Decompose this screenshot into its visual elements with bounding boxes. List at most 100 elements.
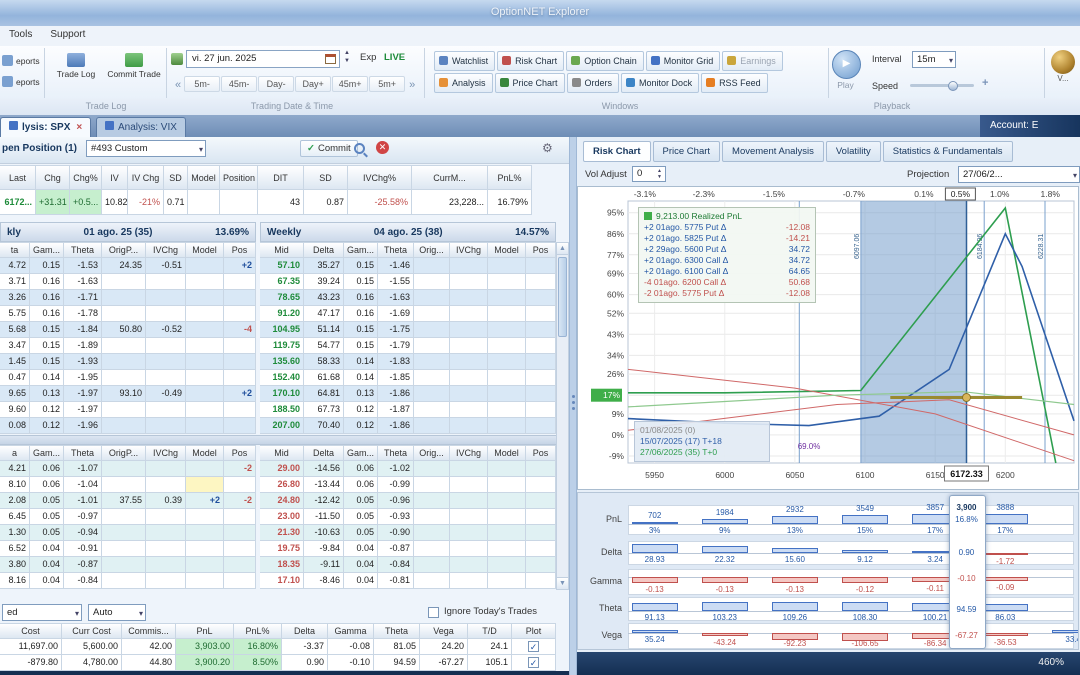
- step-5m--button[interactable]: 5m-: [184, 76, 221, 92]
- menu-item-support[interactable]: Support: [41, 26, 94, 43]
- interval-select[interactable]: 15m ▾: [912, 51, 956, 68]
- table-row[interactable]: 91.20 47.17 0.16 -1.69: [260, 306, 556, 322]
- gear-icon[interactable]: ⚙: [542, 141, 553, 155]
- scrollbar-thumb[interactable]: [558, 257, 567, 337]
- panel-splitter[interactable]: [569, 137, 577, 675]
- table-row[interactable]: 5.68 0.15 -1.84 50.80 -0.52 -4: [0, 322, 256, 338]
- expiry-band-2[interactable]: Weekly 04 ago. 25 (38) 14.57%: [260, 222, 556, 242]
- menu-item-tools[interactable]: Tools: [0, 26, 41, 43]
- option-chain-button[interactable]: Option Chain: [566, 51, 644, 71]
- table-row[interactable]: 1.30 0.05 -0.94: [0, 525, 256, 541]
- analysis-button[interactable]: Analysis: [434, 73, 493, 93]
- table-row[interactable]: 3.47 0.15 -1.89: [0, 338, 256, 354]
- vol-adjust-spinner[interactable]: 0 ▲ ▼: [632, 166, 666, 182]
- table-row[interactable]: 152.40 61.68 0.14 -1.85: [260, 370, 556, 386]
- tab-analysis-spx[interactable]: lysis: SPX ×: [0, 117, 92, 138]
- table-row[interactable]: 11,697.00 5,600.00 42.00 3,903.00 16.80% -3.3…: [0, 639, 556, 655]
- close-icon[interactable]: ×: [76, 122, 82, 133]
- step-back-icon[interactable]: «: [172, 79, 184, 91]
- table-row[interactable]: 21.30 -10.63 0.05 -0.90: [260, 525, 556, 541]
- monitor-dock-button[interactable]: Monitor Dock: [621, 73, 700, 93]
- table-row[interactable]: -879.80 4,780.00 44.80 3,900.20 8.50% 0.90 -0.…: [0, 655, 556, 671]
- tab-analysis-vix[interactable]: Analysis: VIX: [96, 117, 186, 138]
- table-row[interactable]: 5.75 0.16 -1.78: [0, 306, 256, 322]
- play-button[interactable]: ▶: [832, 50, 861, 79]
- tab-price-chart[interactable]: Price Chart: [652, 141, 721, 162]
- step-day--button[interactable]: Day-: [258, 76, 295, 92]
- table-row[interactable]: 19.75 -9.84 0.04 -0.87: [260, 541, 556, 557]
- view-select[interactable]: ed ▾: [2, 604, 82, 621]
- speed-slider[interactable]: [910, 81, 974, 91]
- splitter-handle[interactable]: [570, 392, 576, 413]
- search-icon[interactable]: [354, 143, 365, 154]
- table-row[interactable]: 170.10 64.81 0.13 -1.86: [260, 386, 556, 402]
- price-chart-button[interactable]: Price Chart: [494, 73, 565, 93]
- report-button[interactable]: eports: [2, 72, 44, 93]
- table-row[interactable]: 17.10 -8.46 0.04 -0.81: [260, 573, 556, 589]
- market-data-icon[interactable]: [171, 53, 183, 65]
- vertical-scrollbar[interactable]: ▲ ▼: [556, 242, 569, 590]
- ignore-trades-checkbox[interactable]: [428, 607, 439, 618]
- slider-thumb[interactable]: [948, 81, 958, 91]
- table-row[interactable]: 6.52 0.04 -0.91: [0, 541, 256, 557]
- step-5m--button[interactable]: 5m+: [369, 76, 406, 92]
- projection-date-input[interactable]: 27/06/2... ▾: [958, 166, 1080, 183]
- watchlist-button[interactable]: Watchlist: [434, 51, 496, 71]
- scroll-up-icon[interactable]: ▲: [557, 243, 568, 255]
- table-row[interactable]: 8.10 0.06 -1.04: [0, 477, 256, 493]
- calendar-icon[interactable]: [325, 54, 336, 64]
- table-row[interactable]: 3.71 0.16 -1.63: [0, 274, 256, 290]
- orders-button[interactable]: Orders: [566, 73, 620, 93]
- table-row[interactable]: 67.35 39.24 0.15 -1.55: [260, 274, 556, 290]
- step-45m--button[interactable]: 45m-: [221, 76, 258, 92]
- table-row[interactable]: 4.72 0.15 -1.53 24.35 -0.51 +2: [0, 258, 256, 274]
- table-row[interactable]: 23.00 -11.50 0.05 -0.93: [260, 509, 556, 525]
- table-row[interactable]: 135.60 58.33 0.14 -1.83: [260, 354, 556, 370]
- table-row[interactable]: 4.21 0.06 -1.07 -2: [0, 461, 256, 477]
- table-row[interactable]: 0.47 0.14 -1.95: [0, 370, 256, 386]
- date-input[interactable]: vi. 27 jun. 2025: [186, 50, 340, 68]
- table-row[interactable]: 119.75 54.77 0.15 -1.79: [260, 338, 556, 354]
- plot-checkbox[interactable]: ✓: [528, 657, 539, 669]
- plot-checkbox[interactable]: ✓: [528, 641, 539, 653]
- spinner-arrows-icon[interactable]: ▲ ▼: [655, 168, 664, 180]
- table-row[interactable]: 3.26 0.16 -1.71: [0, 290, 256, 306]
- table-row[interactable]: 9.60 0.12 -1.97: [0, 402, 256, 418]
- table-row[interactable]: 26.80 -13.44 0.06 -0.99: [260, 477, 556, 493]
- table-row[interactable]: 207.00 70.40 0.12 -1.86: [260, 418, 556, 434]
- rss-feed-button[interactable]: RSS Feed: [701, 73, 768, 93]
- date-stepper-icons[interactable]: ▲ ▼: [344, 49, 350, 65]
- table-row[interactable]: 29.00 -14.56 0.06 -1.02: [260, 461, 556, 477]
- table-row[interactable]: 57.10 35.27 0.15 -1.46: [260, 258, 556, 274]
- table-row[interactable]: 8.16 0.04 -0.84: [0, 573, 256, 589]
- risk-chart-button[interactable]: Risk Chart: [497, 51, 565, 71]
- trade-log-button[interactable]: Trade Log: [48, 50, 104, 96]
- table-row[interactable]: 3.80 0.04 -0.87: [0, 557, 256, 573]
- tab-movement-analysis[interactable]: Movement Analysis: [722, 141, 824, 162]
- step-forward-icon[interactable]: »: [406, 79, 418, 91]
- tab-volatility[interactable]: Volatility: [825, 141, 881, 162]
- tab-statistics-fundamentals[interactable]: Statistics & Fundamentals: [882, 141, 1013, 162]
- table-row[interactable]: 104.95 51.14 0.15 -1.75: [260, 322, 556, 338]
- table-row[interactable]: 6.45 0.05 -0.97: [0, 509, 256, 525]
- table-row[interactable]: 0.08 0.12 -1.96: [0, 418, 256, 434]
- step-45m--button[interactable]: 45m+: [332, 76, 369, 92]
- expiry-band-1[interactable]: kly 01 ago. 25 (35) 13.69%: [0, 222, 256, 242]
- table-row[interactable]: 1.45 0.15 -1.93: [0, 354, 256, 370]
- scroll-down-icon[interactable]: ▼: [557, 577, 568, 589]
- delete-icon[interactable]: ✕: [376, 141, 389, 154]
- table-row[interactable]: 2.08 0.05 -1.01 37.55 0.39 +2 -2: [0, 493, 256, 509]
- position-selector[interactable]: #493 Custom ▾: [86, 140, 206, 157]
- risk-chart[interactable]: 6053.136097.066184.966228.3169.0%95%86%7…: [577, 186, 1079, 490]
- monitor-grid-button[interactable]: Monitor Grid: [645, 51, 721, 71]
- table-row[interactable]: 6172... +31.31 +0.5... 10.82 -21% 0.71 43 0.87-…: [0, 190, 556, 215]
- table-row[interactable]: 78.65 43.23 0.16 -1.63: [260, 290, 556, 306]
- commit-trade-button[interactable]: Commit Trade: [106, 50, 162, 96]
- earnings-button[interactable]: Earnings: [722, 51, 783, 71]
- mode-select[interactable]: Auto ▾: [88, 604, 146, 621]
- table-row[interactable]: 18.35 -9.11 0.04 -0.84: [260, 557, 556, 573]
- tab-risk-chart[interactable]: Risk Chart: [583, 141, 651, 162]
- table-row[interactable]: 24.80 -12.42 0.05 -0.96: [260, 493, 556, 509]
- commit-button[interactable]: ✓ Commit: [300, 140, 358, 157]
- step-day--button[interactable]: Day+: [295, 76, 332, 92]
